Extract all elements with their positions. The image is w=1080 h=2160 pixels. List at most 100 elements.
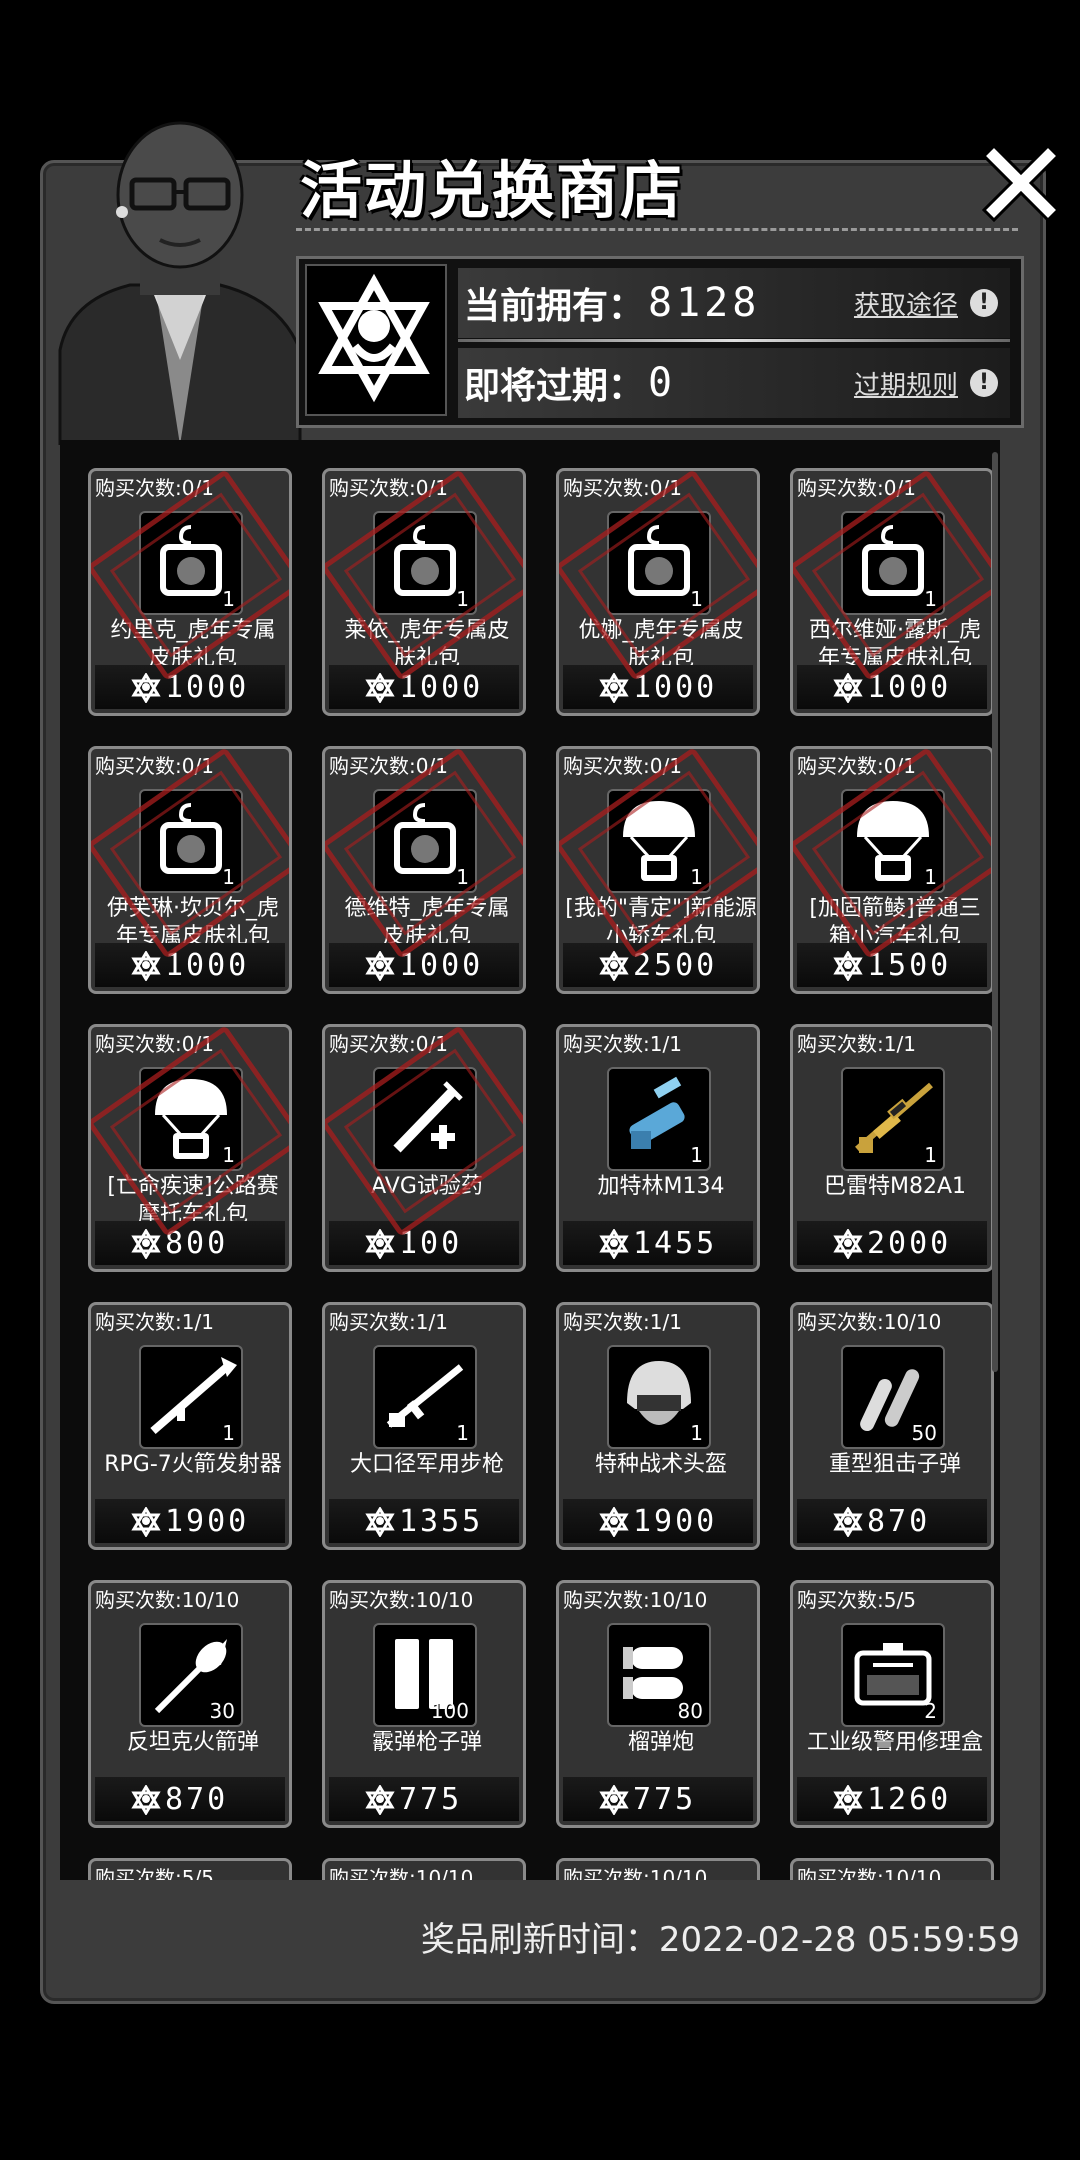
item-grid: 购买次数:0/1 1 约里克_虎年专属 皮肤礼包 1000 购买次数:0/1 1 莱依_虎年… xyxy=(60,440,1000,1880)
purchase-count: 购买次数:10/10 xyxy=(329,1866,474,1880)
item-card[interactable]: 购买次数:0/1 1 [加固箭鲮]普通三 箱小汽车礼包 1500 xyxy=(790,746,994,994)
item-card[interactable]: 购买次数:10/10 xyxy=(790,1858,994,1880)
item-quantity: 1 xyxy=(222,587,235,611)
item-card[interactable]: 购买次数:0/1 1 伊芙琳·坎贝尔_虎 年专属皮肤礼包 1000 xyxy=(88,746,292,994)
item-quantity: 1 xyxy=(456,587,469,611)
item-card[interactable]: 购买次数:10/10 100 霰弹枪子弹 775 xyxy=(322,1580,526,1828)
purchase-count: 购买次数:10/10 xyxy=(95,1588,240,1612)
item-price: 870 xyxy=(867,1504,931,1539)
item-card[interactable]: 购买次数:0/1 1 优娜_虎年专属皮 肤礼包 1000 xyxy=(556,468,760,716)
token-icon xyxy=(833,1507,863,1537)
item-quantity: 50 xyxy=(911,1421,937,1445)
item-name: 霰弹枪子弹 xyxy=(371,1730,482,1755)
info-icon[interactable]: ! xyxy=(970,289,998,317)
item-price: 2000 xyxy=(867,1226,952,1261)
item-name: 重型狙击子弹 xyxy=(828,1452,961,1477)
gift-box-icon: 1 xyxy=(841,511,945,615)
item-card[interactable]: 购买次数:0/1 1 [亡命疾速]公路赛 摩托车礼包 800 xyxy=(88,1024,292,1272)
shotgun-shells-icon: 100 xyxy=(373,1623,477,1727)
token-icon xyxy=(833,673,863,703)
purchase-count: 购买次数:10/10 xyxy=(563,1588,708,1612)
purchase-count: 购买次数:10/10 xyxy=(797,1866,942,1880)
purchase-count: 购买次数:0/1 xyxy=(95,754,214,778)
info-icon[interactable]: ! xyxy=(970,369,998,397)
item-card[interactable]: 购买次数:1/1 1 大口径军用步枪 1355 xyxy=(322,1302,526,1550)
purchase-count: 购买次数:10/10 xyxy=(329,1588,474,1612)
scrollbar[interactable] xyxy=(992,452,998,1372)
sniper-rifle-icon: 1 xyxy=(841,1067,945,1171)
token-icon xyxy=(131,1229,161,1259)
item-name: 加特林M134 xyxy=(597,1174,725,1199)
item-quantity: 1 xyxy=(456,865,469,889)
item-price: 800 xyxy=(165,1226,229,1261)
assault-rifle-icon: 1 xyxy=(373,1345,477,1449)
item-quantity: 1 xyxy=(690,1421,703,1445)
item-quantity: 1 xyxy=(222,1143,235,1167)
item-price: 1000 xyxy=(165,670,250,705)
item-price: 1000 xyxy=(399,670,484,705)
item-price: 1000 xyxy=(633,670,718,705)
token-icon xyxy=(131,673,161,703)
item-card[interactable]: 购买次数:0/1 1 莱依_虎年专属皮 肤礼包 1000 xyxy=(322,468,526,716)
owned-value: 8128 xyxy=(648,280,761,326)
token-icon xyxy=(833,951,863,981)
gift-box-icon: 1 xyxy=(139,789,243,893)
gift-box-icon: 1 xyxy=(607,511,711,615)
token-icon xyxy=(365,951,395,981)
item-card[interactable]: 购买次数:10/10 xyxy=(322,1858,526,1880)
close-icon[interactable] xyxy=(980,142,1062,224)
item-card[interactable]: 购买次数:10/10 30 反坦克火箭弹 870 xyxy=(88,1580,292,1828)
item-card[interactable]: 购买次数:10/10 80 榴弹炮 775 xyxy=(556,1580,760,1828)
expire-label: 即将过期： xyxy=(464,366,645,407)
character-portrait xyxy=(58,121,302,445)
item-name: 特种战术头盔 xyxy=(594,1452,727,1477)
token-icon xyxy=(131,1785,161,1815)
item-card[interactable]: 购买次数:10/10 xyxy=(556,1858,760,1880)
item-card[interactable]: 购买次数:0/1 AVG试验药 100 xyxy=(322,1024,526,1272)
item-quantity: 30 xyxy=(209,1699,235,1723)
token-icon xyxy=(365,1229,395,1259)
token-icon xyxy=(833,1229,863,1259)
purchase-count: 购买次数:0/1 xyxy=(563,476,682,500)
token-emblem-icon xyxy=(318,273,430,403)
item-quantity: 1 xyxy=(222,1421,235,1445)
item-card[interactable]: 购买次数:1/1 1 巴雷特M82A1 2000 xyxy=(790,1024,994,1272)
item-card[interactable]: 购买次数:5/5 2 工业级警用修理盒 1260 xyxy=(790,1580,994,1828)
expire-rule-link[interactable]: 过期规则 xyxy=(854,365,958,402)
repair-kit-icon: 2 xyxy=(841,1623,945,1727)
expire-row: 即将过期： 0 过期规则 ! xyxy=(458,348,1010,418)
item-card[interactable]: 购买次数:1/1 1 加特林M134 1455 xyxy=(556,1024,760,1272)
token-emblem xyxy=(305,264,447,416)
item-quantity: 1 xyxy=(690,587,703,611)
item-card[interactable]: 购买次数:5/5 xyxy=(88,1858,292,1880)
get-method-link[interactable]: 获取途径 xyxy=(854,285,958,322)
item-price: 1000 xyxy=(165,948,250,983)
purchase-count: 购买次数:10/10 xyxy=(563,1866,708,1880)
parachute-crate-icon: 1 xyxy=(607,789,711,893)
item-card[interactable]: 购买次数:0/1 1 德维特_虎年专属 皮肤礼包 1000 xyxy=(322,746,526,994)
purchase-count: 购买次数:1/1 xyxy=(329,1310,448,1334)
item-price: 870 xyxy=(165,1782,229,1817)
token-icon xyxy=(599,1229,629,1259)
item-quantity: 2 xyxy=(924,1699,937,1723)
purchase-count: 购买次数:10/10 xyxy=(797,1310,942,1334)
sniper-bullets-icon: 50 xyxy=(841,1345,945,1449)
item-card[interactable]: 购买次数:1/1 1 RPG-7火箭发射器 1900 xyxy=(88,1302,292,1550)
gatling-gun-icon: 1 xyxy=(607,1067,711,1171)
rocket-launcher-icon: 1 xyxy=(139,1345,243,1449)
gift-box-icon: 1 xyxy=(373,511,477,615)
item-card[interactable]: 购买次数:0/1 1 西尔维娅·露斯_虎 年专属皮肤礼包 1000 xyxy=(790,468,994,716)
item-card[interactable]: 购买次数:1/1 1 特种战术头盔 1900 xyxy=(556,1302,760,1550)
title-divider xyxy=(296,228,1018,231)
item-price: 2500 xyxy=(633,948,718,983)
item-card[interactable]: 购买次数:0/1 1 [我的"青定"]新能源 小轿车礼包 2500 xyxy=(556,746,760,994)
owned-row: 当前拥有： 8128 获取途径 ! xyxy=(458,268,1010,338)
item-quantity: 100 xyxy=(430,1699,469,1723)
item-card[interactable]: 购买次数:0/1 1 约里克_虎年专属 皮肤礼包 1000 xyxy=(88,468,292,716)
item-price: 1355 xyxy=(399,1504,484,1539)
item-price: 775 xyxy=(399,1782,463,1817)
purchase-count: 购买次数:0/1 xyxy=(797,476,916,500)
purchase-count: 购买次数:1/1 xyxy=(563,1032,682,1056)
parachute-crate-icon: 1 xyxy=(139,1067,243,1171)
item-card[interactable]: 购买次数:10/10 50 重型狙击子弹 870 xyxy=(790,1302,994,1550)
